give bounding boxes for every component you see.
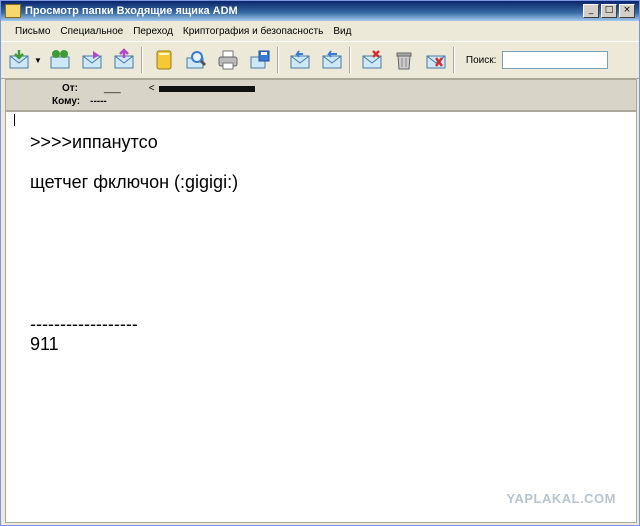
save-button[interactable] <box>246 46 274 74</box>
reply-icon <box>290 50 310 69</box>
delete-mail-icon <box>362 50 382 69</box>
redacted-address <box>158 85 255 92</box>
search-label: Поиск: <box>465 54 497 66</box>
forward-mail-button[interactable] <box>78 46 106 74</box>
address-book-button[interactable] <box>150 46 178 74</box>
search-input[interactable] <box>502 51 609 69</box>
reply-all-icon <box>322 50 342 69</box>
menu-special[interactable]: Специальное <box>60 26 123 37</box>
message-body[interactable]: >>>>иппанутсо щетчег фключон (:gigigi:) … <box>5 111 637 523</box>
spam-button[interactable] <box>422 46 450 74</box>
print-icon <box>218 50 238 70</box>
trash-button[interactable] <box>390 46 418 74</box>
menu-bar: Письмо Специальное Переход Криптография … <box>1 22 639 40</box>
address-book-icon <box>156 50 172 70</box>
minimize-button[interactable]: _ <box>583 4 599 18</box>
reply-all-button[interactable] <box>318 46 346 74</box>
trash-icon <box>396 52 412 70</box>
watermark: YAPLAKAL.COM <box>506 491 616 506</box>
message-line-quote: >>>>иппанутсо <box>30 132 158 152</box>
folder-icon <box>5 4 21 18</box>
to-row: Кому: ----- <box>52 96 107 107</box>
receive-all-button[interactable] <box>46 46 74 74</box>
spam-icon <box>426 55 446 69</box>
receive-all-icon <box>50 50 70 69</box>
toolbar-separator <box>452 47 455 73</box>
toolbar: ▼ Поиск: <box>1 41 639 79</box>
print-button[interactable] <box>214 46 242 74</box>
chevron-down-icon[interactable]: ▼ <box>34 56 42 65</box>
from-row: От: ___ < <box>62 83 255 94</box>
to-label: Кому: <box>52 96 81 107</box>
receive-mail-icon <box>9 50 29 69</box>
menu-go[interactable]: Переход <box>133 26 173 37</box>
message-line-text: щетчег фключон (:gigigi:) <box>30 172 239 192</box>
from-label: От: <box>62 83 79 94</box>
menu-letter[interactable]: Письмо <box>15 26 50 37</box>
toolbar-separator <box>140 47 143 73</box>
to-value: ----- <box>90 96 107 107</box>
signature-divider: ------------------ <box>30 314 138 334</box>
toolbar-separator <box>276 47 279 73</box>
find-button[interactable] <box>182 46 210 74</box>
menu-crypto[interactable]: Криптография и безопасность <box>183 26 323 37</box>
signature: 911 <box>30 334 59 354</box>
from-address-prefix: < <box>148 83 155 94</box>
forward-mail-icon <box>82 51 102 69</box>
send-mail-button[interactable] <box>110 46 138 74</box>
mail-viewer-window: Просмотр папки Входящие ящика ADM _ □ × … <box>0 0 640 526</box>
window-title: Просмотр папки Входящие ящика ADM <box>25 5 238 17</box>
close-button[interactable]: × <box>619 4 635 18</box>
toolbar-separator <box>348 47 351 73</box>
receive-mail-button[interactable] <box>5 46 33 74</box>
from-value: ___ <box>104 83 121 94</box>
delete-mail-button[interactable] <box>358 46 386 74</box>
reply-button[interactable] <box>286 46 314 74</box>
menu-view[interactable]: Вид <box>333 26 351 37</box>
find-icon <box>186 51 206 69</box>
message-header: От: ___ < Кому: ----- <box>5 79 637 111</box>
send-mail-icon <box>114 48 134 69</box>
title-bar[interactable]: Просмотр папки Входящие ящика ADM _ □ × <box>1 1 639 21</box>
save-icon <box>250 50 270 69</box>
maximize-button[interactable]: □ <box>601 4 617 18</box>
text-caret <box>14 114 15 126</box>
